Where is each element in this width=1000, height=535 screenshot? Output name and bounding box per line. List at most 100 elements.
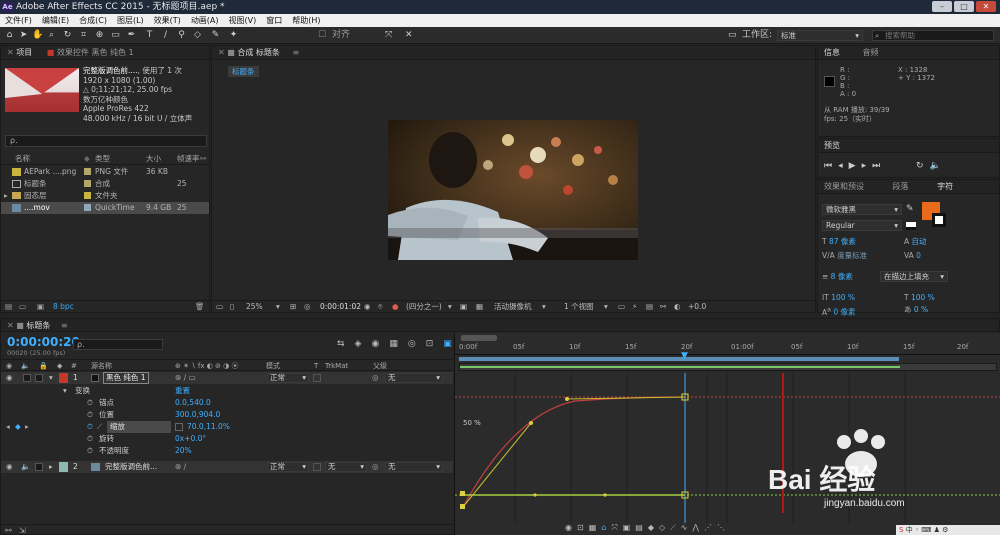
loop-icon[interactable]: ↻ [916, 161, 930, 171]
visibility-icon[interactable]: ◉ [6, 360, 12, 372]
camera-value[interactable]: 活动摄像机 [494, 301, 532, 313]
composition-viewer[interactable] [388, 120, 638, 260]
graph-options-icon[interactable]: ⊡ [577, 523, 589, 532]
visibility-icon[interactable]: ◉ [6, 372, 13, 384]
camera-tool-icon[interactable]: ⌗ [78, 30, 89, 41]
timeline-search-input[interactable]: ρ. [73, 339, 163, 350]
stopwatch-icon[interactable]: ⏱ [87, 397, 93, 409]
font-style-select[interactable]: Regular ▾ [822, 220, 902, 231]
close-icon[interactable]: ✕ [7, 48, 16, 57]
mask-tool-icon[interactable]: ▭ [110, 30, 121, 41]
fit-all-icon[interactable]: ▤ [635, 523, 648, 532]
frame-blend-icon[interactable]: ▦ [389, 339, 408, 349]
maximize-button[interactable]: □ [954, 1, 974, 12]
zoom-tool-icon[interactable]: ⌕ [46, 30, 57, 41]
eraser-tool-icon[interactable]: ◇ [192, 30, 203, 41]
pickwhip-icon[interactable]: ◎ [372, 461, 379, 473]
property-value[interactable]: 70.0,11.0% [187, 421, 230, 433]
graph-toggle-icon[interactable]: ⟋ [97, 421, 102, 433]
layer-name[interactable]: 黑色 纯色 1 [103, 372, 149, 384]
menu-composition[interactable]: 合成(C) [74, 14, 112, 27]
auto-zoom-icon[interactable]: ⤧ [611, 523, 622, 532]
stopwatch-active-icon[interactable]: ⏱ [87, 421, 93, 433]
audio-icon[interactable]: 🔈 [21, 360, 30, 372]
audio-icon[interactable]: 🔈 [21, 461, 30, 473]
show-properties-icon[interactable]: ◉ [565, 523, 577, 532]
column-mode[interactable]: 模式 [266, 360, 280, 372]
menu-layer[interactable]: 图层(L) [112, 14, 149, 27]
trash-icon[interactable]: 🗑 [195, 301, 205, 313]
first-frame-icon[interactable]: ⏮ [824, 161, 838, 171]
layer-row-2[interactable]: ◉ 🔈 ▸ 2 完整版调色前... ⊛ ∕ 正常 ▾ 无 ▾ ◎ 无 ▾ [1, 461, 453, 473]
next-frame-icon[interactable]: ▸ [862, 161, 873, 171]
tracking-value[interactable]: 0 [916, 251, 921, 260]
brush-tool-icon[interactable]: ∕ [160, 30, 171, 41]
menu-file[interactable]: 文件(F) [0, 14, 37, 27]
transparency-grid-icon[interactable]: ▦ [476, 301, 483, 313]
layer-row-1[interactable]: ◉ ▾ 1 黑色 纯色 1 ⊛ ∕ ▭ 正常 ▾ ◎ 无 ▾ [1, 372, 453, 384]
chevron-down-icon[interactable]: ▾ [448, 301, 452, 313]
roto-tool-icon[interactable]: ✎ [210, 30, 221, 41]
parent-select[interactable]: 无 ▾ [385, 462, 443, 472]
menu-icon[interactable]: ≡ [61, 321, 68, 330]
timeline-icon[interactable]: ▤ [646, 301, 653, 313]
last-frame-icon[interactable]: ⏭ [872, 161, 886, 171]
ime-icon[interactable]: S [899, 526, 903, 534]
flowchart-icon[interactable]: ⚯ [660, 301, 666, 313]
hold-keyframe-icon[interactable]: ◇ [659, 523, 670, 532]
snap-options-icon[interactable]: ✕ [405, 30, 413, 41]
toggle-switches-icon[interactable]: ⇲ [19, 525, 26, 535]
eyedropper-icon[interactable]: ✎ [906, 204, 914, 214]
tab-effect-controls[interactable]: 效果控件 黑色 纯色 1 [57, 48, 134, 57]
property-row[interactable]: ⏱ 旋转 0x+0.0° [1, 433, 453, 445]
property-row[interactable]: ⏱ 位置 300.0,904.0 [1, 409, 453, 421]
menu-edit[interactable]: 编辑(E) [37, 14, 74, 27]
tray-icon[interactable]: 中 ◦ ⌨ ♟ ⚙ [906, 526, 949, 534]
layer-name[interactable]: 完整版调色前... [105, 461, 157, 473]
table-row[interactable]: ▸ 固态层 文件夹 [1, 190, 209, 202]
property-row[interactable]: ⏱ 锚点 0.0,540.0 [1, 397, 453, 409]
table-row[interactable]: 标题条 合成 25 [1, 178, 209, 190]
channel-icon[interactable]: ● [392, 301, 399, 313]
kerning-value[interactable]: 度量标准 [837, 251, 867, 260]
stopwatch-icon[interactable]: ⏱ [87, 445, 93, 457]
rotate-tool-icon[interactable]: ↻ [62, 30, 73, 41]
mode-select[interactable]: 正常 ▾ [267, 373, 309, 383]
help-search-input[interactable]: ⌕ 搜索帮助 [872, 30, 994, 41]
tab-audio[interactable]: 音频 [863, 48, 879, 57]
expand-arrow-icon[interactable]: ▾ [49, 372, 53, 384]
menu-view[interactable]: 视图(V) [224, 14, 262, 27]
column-name[interactable]: 名称 [15, 153, 30, 165]
preserve-transparency-toggle[interactable] [313, 463, 321, 471]
ease-out-icon[interactable]: ⋱ [717, 523, 730, 532]
fast-preview-icon[interactable]: ⚡ [632, 301, 637, 313]
minimize-button[interactable]: – [932, 1, 952, 12]
close-button[interactable]: ✕ [976, 1, 996, 12]
prev-frame-icon[interactable]: ◂ [838, 161, 849, 171]
property-value[interactable]: 20% [175, 445, 192, 457]
always-preview-icon[interactable]: ▭ [216, 301, 223, 313]
keyframe-icon[interactable]: ◆ [15, 421, 21, 433]
graph-editor[interactable]: 0:00f 05f 10f 15f 20f 01:00f 05f 10f 15f… [454, 333, 1000, 535]
project-search-input[interactable]: ρ. [5, 135, 207, 147]
pen-tool-icon[interactable]: ✒ [126, 30, 137, 41]
timeline-timecode[interactable]: 0:00:00:20 [7, 335, 80, 349]
column-size[interactable]: 大小 [146, 153, 161, 165]
comp-flowchart-icon[interactable]: ⚯ [5, 525, 12, 535]
draft-3d-icon[interactable]: ◈ [355, 339, 372, 349]
tab-paragraph[interactable]: 段落 [893, 182, 909, 191]
chevron-down-icon[interactable]: ▾ [276, 301, 280, 313]
work-area-bar[interactable] [459, 357, 899, 361]
tab-composition[interactable]: 合成 标题条 [237, 48, 280, 57]
stroke-width-value[interactable]: 8 像素 [831, 272, 853, 281]
stopwatch-icon[interactable]: ⏱ [87, 433, 93, 445]
column-trkmat[interactable]: TrkMat [325, 360, 348, 372]
stroke-color-swatch[interactable] [932, 213, 946, 227]
clone-tool-icon[interactable]: ⚲ [176, 30, 187, 41]
snapshot-icon[interactable]: ◉ [364, 301, 371, 313]
table-row-selected[interactable]: ....mov QuickTime 9.4 GB 25 [1, 202, 209, 214]
no-fill-swatch[interactable] [906, 222, 916, 230]
zoom-value[interactable]: 25% [246, 301, 263, 313]
new-composition-icon[interactable]: ▣ [37, 301, 44, 313]
table-row[interactable]: AEPark ....png PNG 文件 36 KB [1, 166, 209, 178]
